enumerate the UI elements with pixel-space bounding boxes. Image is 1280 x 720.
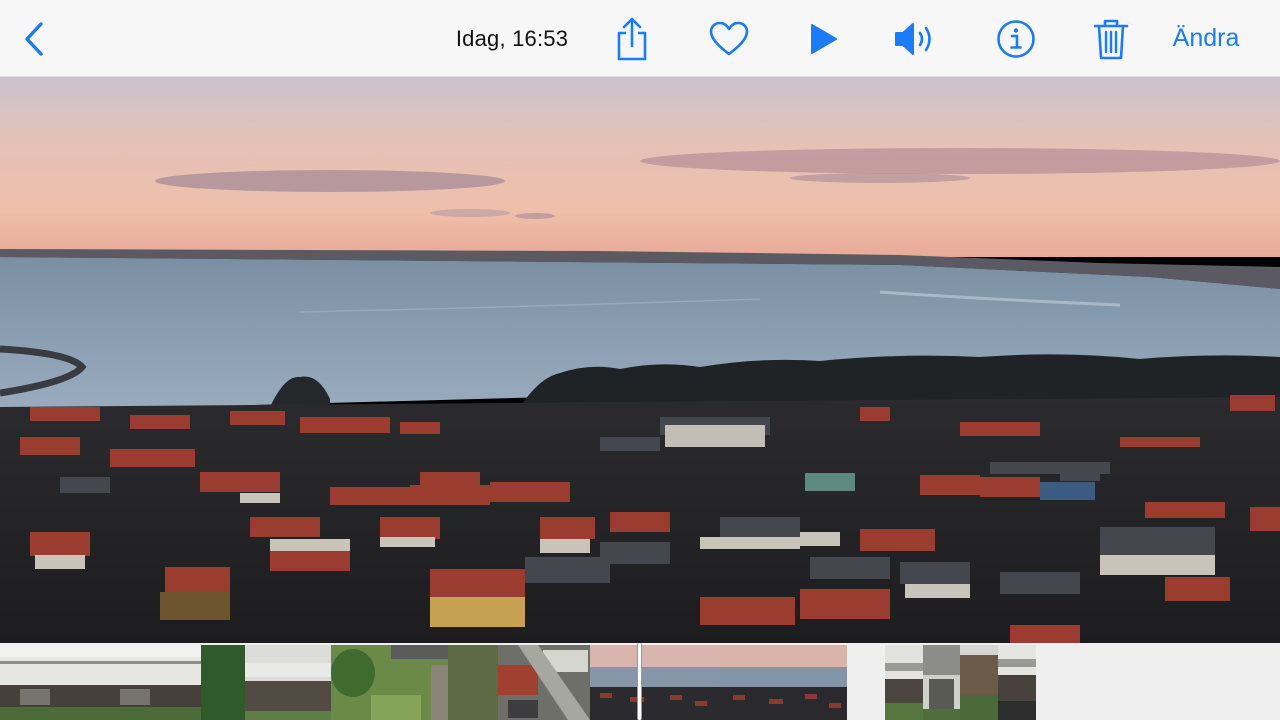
thumbnail-sunset-coast	[590, 645, 719, 720]
thumbnail-hedge-building	[201, 645, 331, 720]
speaker-icon	[895, 22, 931, 55]
play-button[interactable]	[801, 0, 845, 77]
filmstrip-thumbnail[interactable]	[590, 645, 719, 720]
thumbnail-building-small	[885, 645, 923, 720]
filmstrip-thumbnail[interactable]	[331, 645, 448, 720]
thumbnail-building-small	[923, 645, 960, 720]
photo-date-label: Idag, 16:53	[455, 25, 569, 51]
edit-button[interactable]: Ändra	[1160, 0, 1252, 77]
filmstrip-thumbnail[interactable]	[201, 645, 331, 720]
filmstrip[interactable]	[0, 643, 1280, 720]
filmstrip-thumbnail[interactable]	[923, 645, 960, 720]
filmstrip-thumbnail[interactable]	[885, 645, 923, 720]
filmstrip-thumbnail[interactable]	[998, 645, 1036, 720]
thumbnail-sunset-coast	[719, 645, 847, 720]
thumbnail-trees-small	[960, 645, 998, 720]
photo-toolbar: Idag, 16:53 Ändra	[0, 0, 1280, 77]
aerial-town-photo	[0, 77, 1280, 643]
delete-button[interactable]	[1089, 0, 1133, 77]
share-button[interactable]	[610, 0, 654, 77]
filmstrip-playhead[interactable]	[637, 643, 642, 720]
play-icon	[811, 23, 837, 54]
info-button[interactable]	[994, 0, 1038, 77]
thumbnail-building-small	[998, 645, 1036, 720]
main-photo[interactable]	[0, 77, 1280, 643]
favorite-button[interactable]	[706, 0, 752, 77]
filmstrip-thumbnail[interactable]	[960, 645, 998, 720]
info-icon	[997, 19, 1035, 58]
thumbnail-balcony-building	[0, 645, 201, 720]
filmstrip-thumbnail[interactable]	[719, 645, 847, 720]
back-button[interactable]	[12, 0, 56, 77]
sound-button[interactable]	[890, 0, 942, 77]
share-icon	[617, 17, 647, 60]
heart-icon	[709, 21, 749, 55]
thumbnail-aerial-houses	[448, 645, 590, 720]
filmstrip-thumbnail[interactable]	[448, 645, 590, 720]
filmstrip-thumbnail[interactable]	[0, 645, 201, 720]
chevron-left-icon	[25, 21, 43, 56]
thumbnail-garden	[331, 645, 448, 720]
trash-icon	[1093, 19, 1129, 59]
